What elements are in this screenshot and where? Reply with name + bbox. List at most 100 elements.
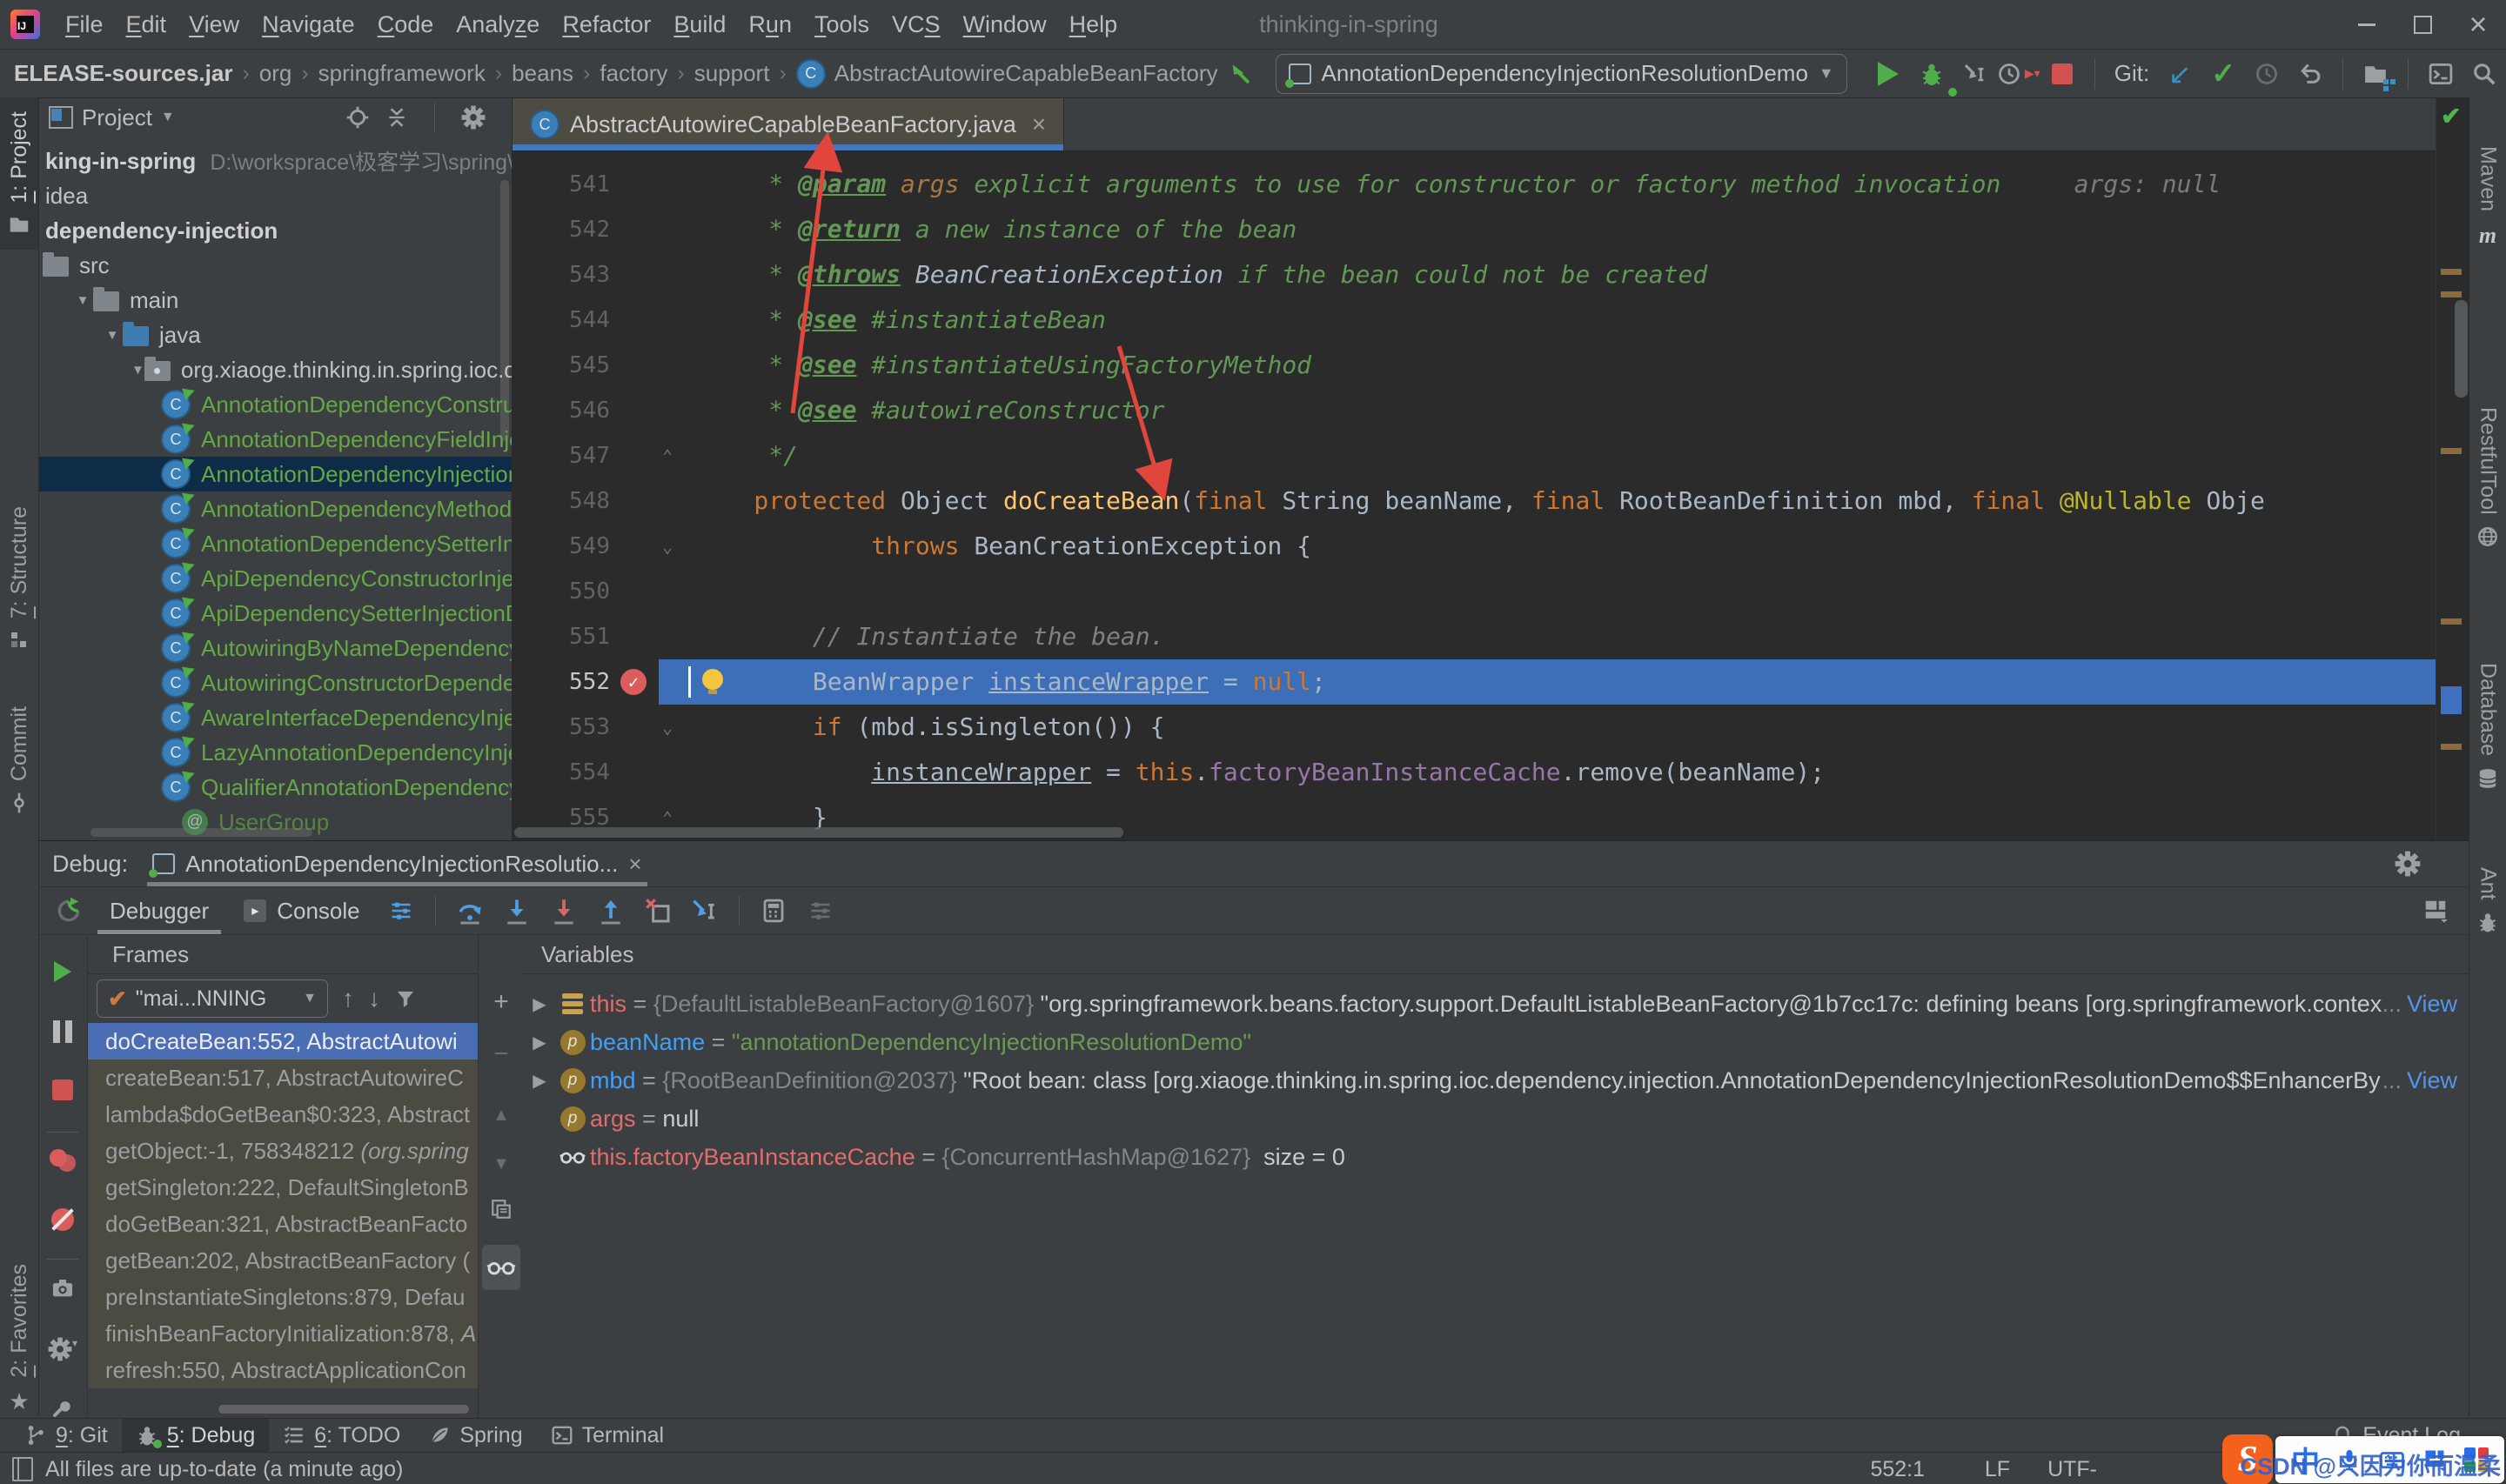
error-stripe[interactable]: ✔ [2436, 98, 2469, 840]
chevron-down-icon[interactable]: ▼ [161, 110, 175, 125]
profiler-button[interactable]: ▶▾ [1997, 53, 2040, 95]
locate-file-button[interactable] [345, 105, 370, 130]
menu-item-navigate[interactable]: Navigate [251, 11, 366, 38]
line-number[interactable]: 545 [513, 343, 610, 388]
screenshot-button[interactable] [38, 1276, 87, 1300]
menu-item-run[interactable]: Run [737, 11, 803, 38]
step-over-button[interactable] [446, 890, 493, 932]
line-number[interactable]: 542 [513, 207, 610, 252]
code-viewport[interactable]: 541 * @param args explicit arguments to … [513, 151, 2436, 840]
close-button[interactable]: × [2450, 0, 2506, 49]
search-everywhere-button[interactable] [2462, 53, 2506, 95]
line-number[interactable]: 553 [513, 705, 610, 750]
tab-close-icon[interactable]: × [1032, 110, 1046, 138]
view-breakpoints-button[interactable] [38, 1149, 87, 1172]
tree-item-lazyannotationdependencyinjec[interactable]: CLazyAnnotationDependencyInjec [38, 735, 512, 770]
breadcrumb-item[interactable]: beans [512, 60, 573, 87]
tree-item-autowiringconstructordepender[interactable]: CAutowiringConstructorDepender [38, 665, 512, 700]
tree-item-autowiringbynamedependency[interactable]: CAutowiringByNameDependency [38, 631, 512, 665]
project-settings-button[interactable] [461, 105, 486, 130]
debug-session-tab[interactable]: AnnotationDependencyInjectionResolutio..… [144, 841, 650, 886]
pause-button[interactable] [38, 1020, 87, 1043]
tree-item-king-in-spring[interactable]: king-in-springD:\worksprace\极客学习\spring\ [38, 144, 512, 178]
trace-settings-button[interactable] [797, 890, 844, 932]
breadcrumb-item[interactable]: org [259, 60, 292, 87]
line-number[interactable]: 543 [513, 252, 610, 297]
frames-horizontal-scrollbar[interactable] [218, 1405, 469, 1414]
code-line-543[interactable]: 543 * @throws BeanCreationException if t… [513, 252, 2436, 297]
line-number[interactable]: 549 [513, 524, 610, 569]
tree-item-usergroup[interactable]: @UserGroup [38, 805, 512, 839]
variable-row[interactable]: ▶pbeanName = "annotationDependencyInject… [524, 1023, 2469, 1061]
duplicate-watch-button[interactable] [479, 1198, 524, 1220]
tree-item-main[interactable]: ▼main [38, 283, 512, 318]
tree-item-annotationdependencyfieldinje[interactable]: CAnnotationDependencyFieldInje [38, 422, 512, 457]
menu-item-code[interactable]: Code [366, 11, 446, 38]
line-number[interactable]: 547 [513, 433, 610, 478]
breadcrumb-item[interactable]: support [694, 60, 770, 87]
code-line-553[interactable]: 553⌄ if (mbd.isSingleton()) { [513, 705, 2436, 750]
code-line-550[interactable]: 550 [513, 569, 2436, 614]
drop-frame-button[interactable] [634, 890, 681, 932]
move-watch-down-button[interactable]: ▼ [479, 1151, 524, 1177]
step-into-button[interactable] [493, 890, 540, 932]
tree-item-java[interactable]: ▼java [38, 318, 512, 352]
code-line-542[interactable]: 542 * @return a new instance of the bean [513, 207, 2436, 252]
line-separator-indicator[interactable]: LF [1985, 1457, 2010, 1482]
run-config-selector[interactable]: AnnotationDependencyInjectionResolutionD… [1276, 54, 1847, 94]
stack-frame-row[interactable]: preInstantiateSingletons:879, Defau [88, 1279, 478, 1315]
stack-frame-row[interactable]: getBean:202, AbstractBeanFactory ( [88, 1242, 478, 1279]
tree-item-apidependencysetterinjectiond[interactable]: CApiDependencySetterInjectionD [38, 596, 512, 631]
fold-marker-icon[interactable]: ⌃ [662, 433, 673, 478]
menu-item-view[interactable]: View [178, 11, 251, 38]
tab-console[interactable]: ▸ Console [226, 887, 377, 934]
menu-item-build[interactable]: Build [662, 11, 737, 38]
minimize-button[interactable] [2339, 0, 2395, 49]
run-anything-button[interactable] [2419, 53, 2462, 95]
variable-row[interactable]: ▶this = {DefaultListableBeanFactory@1607… [524, 985, 2469, 1023]
step-out-button[interactable] [587, 890, 634, 932]
stripe-scrollbar-thumb[interactable] [2455, 300, 2468, 398]
stack-frame-row[interactable]: doCreateBean:552, AbstractAutowi [88, 1023, 478, 1060]
code-line-545[interactable]: 545 * @see #instantiateUsingFactoryMetho… [513, 343, 2436, 388]
evaluate-expression-button[interactable] [750, 890, 797, 932]
add-watch-button[interactable]: + [479, 989, 524, 1015]
tree-item-annotationdependencyconstruc[interactable]: CAnnotationDependencyConstruc [38, 387, 512, 422]
stack-frame-row[interactable]: createBean:517, AbstractAutowireC [88, 1060, 478, 1096]
mute-breakpoints-button[interactable] [38, 1208, 87, 1231]
menu-item-analyze[interactable]: Analyze [445, 11, 551, 38]
stack-frame-row[interactable]: getObject:-1, 758348212 (org.spring [88, 1133, 478, 1169]
tree-item-dependency-injection[interactable]: dependency-injection [38, 213, 512, 248]
tree-expand-icon[interactable]: ▼ [102, 328, 123, 343]
code-line-546[interactable]: 546 * @see #autowireConstructor [513, 388, 2436, 433]
menu-item-edit[interactable]: Edit [115, 11, 178, 38]
line-number[interactable]: 554 [513, 750, 610, 795]
fold-marker-icon[interactable]: ⌄ [662, 524, 673, 569]
view-link[interactable]: View [2407, 991, 2457, 1018]
scroll-from-source-icon[interactable] [1218, 53, 1262, 95]
tree-item-qualifierannotationdependency[interactable]: CQualifierAnnotationDependency [38, 770, 512, 805]
debug-settings-button[interactable] [2395, 851, 2421, 877]
variable-row[interactable]: ▶pmbd = {RootBeanDefinition@2037} "Root … [524, 1061, 2469, 1100]
line-number[interactable]: 544 [513, 297, 610, 343]
code-line-549[interactable]: 549⌄ throws BeanCreationException { [513, 524, 2436, 569]
variable-expand-icon[interactable]: ▶ [524, 1070, 555, 1092]
menu-item-tools[interactable]: Tools [803, 11, 881, 38]
editor-horizontal-scrollbar[interactable] [514, 827, 1123, 838]
session-close-icon[interactable]: × [628, 851, 641, 878]
tree-item-src[interactable]: src [38, 248, 512, 283]
encoding-indicator[interactable]: UTF- [2047, 1457, 2097, 1482]
code-line-547[interactable]: 547⌃ */ [513, 433, 2436, 478]
tool-window-button-spring[interactable]: Spring [414, 1419, 536, 1452]
variable-row[interactable]: this.factoryBeanInstanceCache = {Concurr… [524, 1138, 2469, 1176]
fold-marker-icon[interactable]: ⌄ [662, 705, 673, 750]
tree-item-awareinterfacedependencyinjec[interactable]: CAwareInterfaceDependencyInjec [38, 700, 512, 735]
debug-gear-button[interactable]: ▾ [38, 1337, 87, 1361]
filter-frames-button[interactable] [394, 987, 417, 1010]
stack-frame-row[interactable]: getSingleton:222, DefaultSingletonB [88, 1169, 478, 1206]
line-number[interactable]: 551 [513, 614, 610, 659]
stop-session-button[interactable] [38, 1080, 87, 1100]
code-line-552[interactable]: 552✓ BeanWrapper instanceWrapper = null; [513, 659, 2436, 705]
breadcrumb-item[interactable]: AbstractAutowireCapableBeanFactory [834, 60, 1218, 87]
menu-item-window[interactable]: Window [952, 11, 1058, 38]
